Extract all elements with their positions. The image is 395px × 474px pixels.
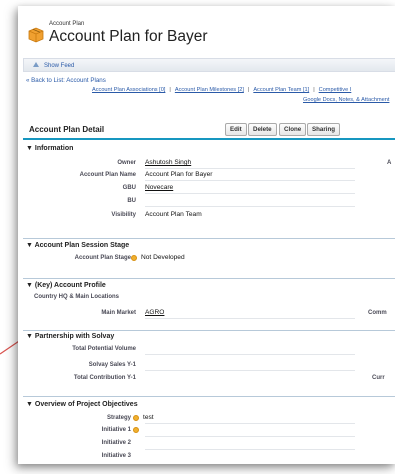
country-label: Country HQ & Main Locations (34, 294, 120, 300)
plan-name-value: Account Plan for Bayer (145, 171, 213, 178)
object-type-label: Account Plan (49, 21, 85, 27)
section-session-stage[interactable]: ▼ Account Plan Session Stage (23, 238, 395, 249)
separator: | (247, 87, 250, 93)
section-title: ▼ Partnership with Solvay (26, 333, 115, 340)
owner-value[interactable]: Ashutosh Singh (145, 159, 191, 166)
bu-label: BU (127, 198, 136, 204)
gbu-label: GBU (122, 185, 136, 191)
related-link-team[interactable]: Account Plan Team [1] (253, 87, 309, 93)
help-icon[interactable] (133, 415, 139, 421)
section-information[interactable]: ▼ Information (23, 144, 395, 155)
section-objectives[interactable]: ▼ Overview of Project Objectives (23, 396, 395, 408)
row-divider (145, 318, 355, 319)
section-title: ▼ Information (26, 145, 74, 152)
row-divider (145, 354, 355, 355)
right-column-label: A (387, 160, 392, 166)
related-lists: Account Plan Associations [0] | Account Pl… (92, 87, 351, 93)
show-feed-button[interactable]: Show Feed (32, 61, 74, 69)
related-link-attachments[interactable]: Google Docs, Notes, & Attachment (303, 97, 389, 103)
gbu-value[interactable]: Novecare (145, 184, 173, 191)
section-title: ▼ Overview of Project Objectives (26, 401, 138, 408)
account-plan-page: Account Plan Account Plan for Bayer Show… (18, 6, 395, 464)
detail-header: Account Plan Detail Edit Delete Clone Sh… (23, 120, 395, 140)
show-feed-label: Show Feed (44, 63, 75, 69)
row-divider (145, 436, 355, 437)
total-contribution-label: Total Contribution Y-1 (73, 375, 136, 381)
row-divider (145, 168, 355, 169)
stage-value: Not Developed (141, 254, 185, 261)
related-link-milestones[interactable]: Account Plan Milestones [2] (175, 87, 244, 93)
visibility-value: Account Plan Team (145, 211, 202, 218)
section-partnership[interactable]: ▼ Partnership with Solvay (23, 330, 395, 341)
feed-icon (33, 62, 39, 67)
stage-label: Account Plan Stage (74, 255, 131, 261)
main-market-label: Main Market (101, 310, 136, 316)
potential-volume-label: Total Potential Volume (72, 346, 136, 352)
row-divider (145, 180, 355, 181)
row-divider (145, 193, 355, 194)
right-column-label: Curr (372, 375, 385, 381)
plan-name-label: Account Plan Name (79, 172, 136, 178)
main-market-value[interactable]: AGRO (145, 309, 164, 316)
row-divider (145, 370, 355, 371)
page-title: Account Plan for Bayer (49, 28, 208, 45)
section-title: ▼ (Key) Account Profile (26, 282, 106, 289)
related-link-associations[interactable]: Account Plan Associations [0] (92, 87, 165, 93)
edit-button[interactable]: Edit (225, 123, 247, 136)
help-icon[interactable] (133, 427, 139, 433)
row-divider (145, 206, 355, 207)
owner-label: Owner (117, 160, 136, 166)
help-icon[interactable] (131, 255, 137, 261)
separator: | (169, 87, 171, 93)
related-link-attachments-label: Google Docs, Notes, & Attachment (303, 97, 390, 103)
clone-button[interactable]: Clone (279, 123, 307, 136)
related-link-competitive[interactable]: Competitive I (319, 87, 352, 93)
right-column-label: Comm (368, 310, 387, 316)
strategy-label: Strategy (106, 415, 131, 421)
separator: | (313, 87, 315, 93)
account-plan-icon (28, 27, 44, 43)
delete-button[interactable]: Delete (248, 123, 277, 136)
visibility-label: Visibility (111, 212, 136, 218)
row-divider (145, 449, 355, 450)
strategy-value: test (143, 414, 154, 421)
back-to-list-link[interactable]: « Back to List: Account Plans (26, 77, 106, 84)
section-title: ▼ Account Plan Session Stage (26, 242, 130, 249)
initiative-3-label: Initiative 3 (101, 453, 131, 459)
initiative-1-label: Initiative 1 (101, 427, 131, 433)
sharing-button[interactable]: Sharing (307, 123, 341, 136)
initiative-2-label: Initiative 2 (101, 440, 131, 446)
row-divider (145, 423, 355, 424)
feed-bar: Show Feed (23, 58, 395, 72)
section-account-profile[interactable]: ▼ (Key) Account Profile (23, 278, 395, 289)
page-header: Account Plan Account Plan for Bayer (18, 6, 395, 52)
detail-title: Account Plan Detail (29, 125, 105, 134)
solvay-sales-label: Solvay Sales Y-1 (88, 362, 136, 368)
